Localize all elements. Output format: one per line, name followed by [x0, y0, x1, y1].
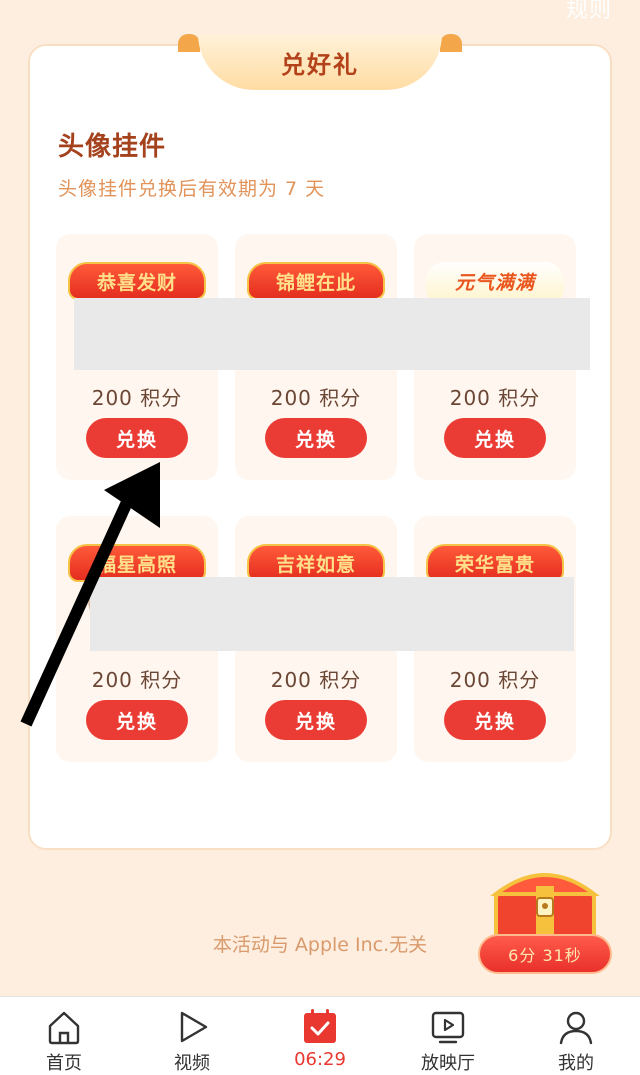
section-title: 头像挂件: [58, 132, 167, 162]
tab-checkin[interactable]: 06:29: [256, 997, 384, 1075]
exchange-button[interactable]: 兑换: [444, 700, 546, 740]
countdown-timer: 6分 31秒: [478, 934, 612, 974]
tab-label: 放映厅: [421, 1053, 475, 1074]
points-cost: 200 积分: [270, 668, 362, 692]
exchange-button[interactable]: 兑换: [86, 700, 188, 740]
bottom-tab-bar: 首页 视频 06:29 放映厅 我的: [0, 996, 640, 1075]
ribbon-ear-right: [440, 34, 462, 52]
tab-video[interactable]: 视频: [128, 997, 256, 1075]
pendant-badge: 锦鲤在此: [247, 262, 385, 300]
screen-play-icon: [431, 1011, 465, 1044]
points-cost: 200 积分: [91, 668, 183, 692]
treasure-chest-icon: [490, 873, 600, 942]
pendant-badge: 恭喜发财: [68, 262, 206, 300]
section-subtitle: 头像挂件兑换后有效期为 7 天: [58, 178, 326, 200]
points-cost: 200 积分: [449, 386, 541, 410]
tab-label: 视频: [174, 1053, 210, 1074]
exchange-button[interactable]: 兑换: [265, 700, 367, 740]
user-icon: [559, 1011, 593, 1045]
tab-label: 06:29: [294, 1049, 346, 1070]
ribbon-ear-left: [178, 34, 200, 52]
play-icon: [180, 1011, 208, 1043]
rules-link[interactable]: 规则: [566, 0, 612, 24]
tab-theater[interactable]: 放映厅: [384, 997, 512, 1075]
tab-home[interactable]: 首页: [0, 997, 128, 1075]
tab-label: 我的: [558, 1053, 594, 1074]
tab-label: 首页: [46, 1053, 82, 1074]
points-cost: 200 积分: [91, 386, 183, 410]
pendant-badge: 元气满满: [426, 262, 564, 300]
points-cost: 200 积分: [270, 386, 362, 410]
calendar-check-icon: [304, 1009, 336, 1043]
exchange-button[interactable]: 兑换: [265, 418, 367, 458]
redaction-bar: [74, 298, 590, 370]
section-ribbon: 兑好礼: [178, 34, 462, 90]
treasure-chest-widget[interactable]: 6分 31秒: [478, 862, 612, 974]
tab-mine[interactable]: 我的: [512, 997, 640, 1075]
exchange-button[interactable]: 兑换: [444, 418, 546, 458]
exchange-button[interactable]: 兑换: [86, 418, 188, 458]
home-icon: [48, 1011, 80, 1045]
ribbon-title: 兑好礼: [198, 34, 442, 90]
redaction-bar: [90, 577, 574, 651]
points-cost: 200 积分: [449, 668, 541, 692]
